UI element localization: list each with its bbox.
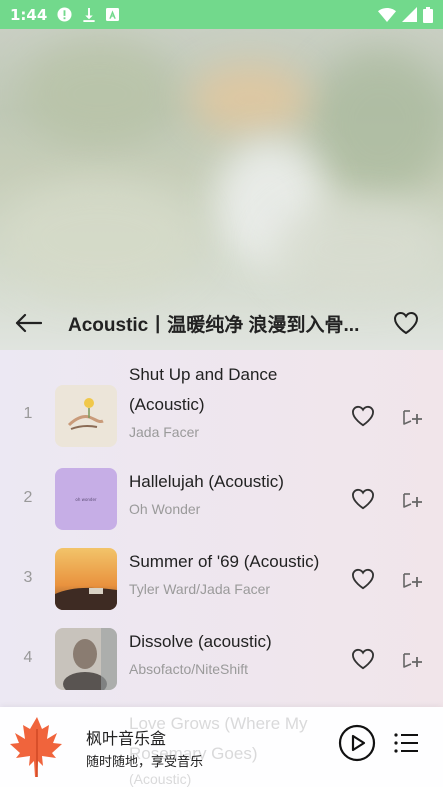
play-icon xyxy=(338,724,376,762)
heart-icon xyxy=(351,488,375,510)
favorite-playlist-button[interactable] xyxy=(391,308,421,338)
heart-icon xyxy=(351,568,375,590)
album-cover xyxy=(55,385,117,447)
title-bar: Acoustic丨温暖纯净 浪漫到入骨... xyxy=(0,296,443,350)
play-button[interactable] xyxy=(338,724,376,762)
mini-player[interactable]: Love Grows (Where My Rosemary Goes) (Aco… xyxy=(0,707,443,787)
add-to-playlist-button[interactable] xyxy=(400,567,424,591)
song-index: 2 xyxy=(23,489,33,506)
song-title: Dissolve (acoustic) xyxy=(129,632,272,651)
status-bar: 1:44 xyxy=(0,0,443,29)
add-to-playlist-icon xyxy=(403,573,422,588)
add-to-playlist-button[interactable] xyxy=(400,487,424,511)
album-cover: oh wonder xyxy=(55,468,117,530)
song-index: 3 xyxy=(23,569,33,586)
album-cover xyxy=(55,548,117,610)
like-song-button[interactable] xyxy=(350,403,376,429)
partial-song-artist: (Acoustic) xyxy=(129,771,192,787)
like-song-button[interactable] xyxy=(350,566,376,592)
svg-text:oh wonder: oh wonder xyxy=(75,497,97,502)
song-index: 4 xyxy=(23,649,33,666)
signal-icon xyxy=(402,7,417,22)
song-artist: Oh Wonder xyxy=(129,501,201,517)
maple-leaf-logo-icon xyxy=(8,715,66,779)
add-to-playlist-button[interactable] xyxy=(400,647,424,671)
like-song-button[interactable] xyxy=(350,486,376,512)
song-list: 1 Shut Up and Dance (Acoustic) Jada Face… xyxy=(0,350,443,707)
heart-icon xyxy=(393,311,419,335)
add-to-playlist-button[interactable] xyxy=(400,404,424,428)
song-row[interactable]: 1 Shut Up and Dance (Acoustic) Jada Face… xyxy=(0,360,443,454)
heart-icon xyxy=(351,648,375,670)
alert-icon xyxy=(57,7,72,22)
playlist-title: Acoustic丨温暖纯净 浪漫到入骨... xyxy=(68,314,360,336)
status-time: 1:44 xyxy=(10,5,48,24)
heart-icon xyxy=(351,405,375,427)
player-tagline: 随时随地，享受音乐 xyxy=(86,755,204,770)
list-icon xyxy=(394,733,418,753)
keyboard-a-icon xyxy=(106,8,120,21)
song-row[interactable]: 3 Summer of '69 (Acoustic) Tyler Ward/Ja… xyxy=(0,547,443,610)
album-cover xyxy=(55,628,117,690)
add-to-playlist-icon xyxy=(403,653,422,668)
arrow-left-icon xyxy=(15,313,42,333)
song-row[interactable]: 4 Dissolve (acoustic) Absofacto/NiteShif… xyxy=(0,627,443,690)
back-button[interactable] xyxy=(0,296,56,350)
like-song-button[interactable] xyxy=(350,646,376,672)
song-title: Summer of '69 (Acoustic) xyxy=(129,552,320,571)
battery-icon xyxy=(423,6,433,23)
song-title: Shut Up and Dance (Acoustic) xyxy=(129,365,278,414)
song-index: 1 xyxy=(23,405,33,422)
add-to-playlist-icon xyxy=(403,493,422,508)
song-title: Hallelujah (Acoustic) xyxy=(129,472,284,491)
song-artist: Jada Facer xyxy=(129,424,200,440)
song-row[interactable]: 2 oh wonder Hallelujah (Acoustic) Oh Won… xyxy=(0,467,443,530)
download-icon xyxy=(82,7,96,22)
playlist-queue-button[interactable] xyxy=(390,727,422,759)
song-artist: Tyler Ward/Jada Facer xyxy=(129,581,271,597)
wifi-icon xyxy=(378,7,396,22)
player-app-name: 枫叶音乐盒 xyxy=(86,729,167,748)
song-artist: Absofacto/NiteShift xyxy=(129,661,249,677)
add-to-playlist-icon xyxy=(403,410,422,425)
